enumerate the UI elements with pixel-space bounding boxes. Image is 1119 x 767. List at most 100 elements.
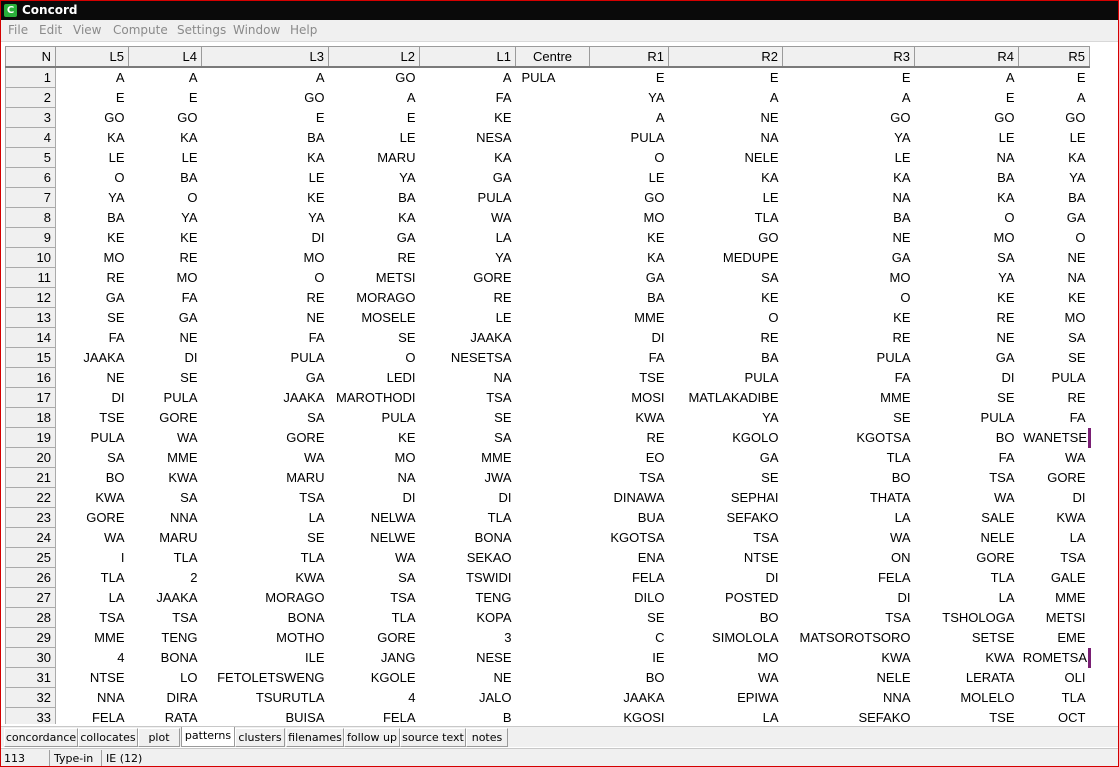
- cell-l5[interactable]: KE: [56, 228, 129, 248]
- cell-r5[interactable]: SE: [1019, 348, 1090, 368]
- cell-l5[interactable]: MME: [56, 628, 129, 648]
- cell-l2[interactable]: MAROTHODI: [329, 388, 420, 408]
- cell-r3[interactable]: KGOTSA: [783, 428, 915, 448]
- cell-r4[interactable]: SE: [915, 388, 1019, 408]
- cell-l1[interactable]: TSA: [420, 388, 516, 408]
- cell-r2[interactable]: MEDUPE: [669, 248, 783, 268]
- cell-l5[interactable]: KWA: [56, 488, 129, 508]
- centre-cell[interactable]: [516, 88, 590, 108]
- cell-r3[interactable]: MME: [783, 388, 915, 408]
- cell-l2[interactable]: RE: [329, 248, 420, 268]
- cell-l4[interactable]: 2: [129, 568, 202, 588]
- cell-r5[interactable]: MME: [1019, 588, 1090, 608]
- cell-r1[interactable]: FELA: [590, 568, 669, 588]
- cell-r3[interactable]: MO: [783, 268, 915, 288]
- cell-l5[interactable]: GO: [56, 108, 129, 128]
- cell-l2[interactable]: MARU: [329, 148, 420, 168]
- cell-l2[interactable]: MO: [329, 448, 420, 468]
- cell-r2[interactable]: SEPHAI: [669, 488, 783, 508]
- column-header-l3[interactable]: L3: [201, 46, 329, 68]
- centre-cell[interactable]: PULA: [516, 67, 590, 88]
- cell-l3[interactable]: SE: [202, 528, 329, 548]
- cell-l4[interactable]: SA: [129, 488, 202, 508]
- table-row[interactable]: 17 DI PULA JAAKA MAROTHODI TSA MOSI MATLAKADIBE…: [5, 387, 1090, 408]
- cell-r3[interactable]: GA: [783, 248, 915, 268]
- cell-l2[interactable]: PULA: [329, 408, 420, 428]
- patterns-grid[interactable]: N L5 L4 L3 L2 L1 Centre R1 R2 R3 R4 R5 1 A A A GO A PULA E…: [5, 46, 1115, 724]
- centre-cell[interactable]: [516, 128, 590, 148]
- menu-help[interactable]: Help: [290, 23, 317, 37]
- cell-r1[interactable]: JAAKA: [590, 688, 669, 708]
- cell-l4[interactable]: GORE: [129, 408, 202, 428]
- cell-r1[interactable]: BO: [590, 668, 669, 688]
- cell-r4[interactable]: NE: [915, 328, 1019, 348]
- table-row[interactable]: 11 RE MO O METSI GORE GA SA MO YA NA: [5, 267, 1090, 288]
- centre-cell[interactable]: [516, 288, 590, 308]
- column-header-l1[interactable]: L1: [419, 46, 516, 68]
- table-row[interactable]: 33 FELA RATA BUISA FELA B KGOSI LA SEFAKO TSE OCT: [5, 707, 1090, 725]
- cell-l3[interactable]: MO: [202, 248, 329, 268]
- cell-r3[interactable]: SEFAKO: [783, 708, 915, 724]
- centre-cell[interactable]: [516, 628, 590, 648]
- cell-l2[interactable]: MOSELE: [329, 308, 420, 328]
- cell-r4[interactable]: BO: [915, 428, 1019, 448]
- cell-l1[interactable]: LE: [420, 308, 516, 328]
- cell-r5[interactable]: GA: [1019, 208, 1090, 228]
- title-bar[interactable]: C Concord: [1, 1, 1118, 20]
- cell-l4[interactable]: TENG: [129, 628, 202, 648]
- centre-cell[interactable]: [516, 608, 590, 628]
- cell-r2[interactable]: NA: [669, 128, 783, 148]
- cell-r5[interactable]: KE: [1019, 288, 1090, 308]
- cell-l5[interactable]: FA: [56, 328, 129, 348]
- cell-r5[interactable]: OCT: [1019, 708, 1090, 724]
- menu-file[interactable]: File: [8, 23, 28, 37]
- cell-l3[interactable]: PULA: [202, 348, 329, 368]
- table-row[interactable]: 13 SE GA NE MOSELE LE MME O KE RE MO: [5, 307, 1090, 328]
- cell-r2[interactable]: LA: [669, 708, 783, 724]
- cell-l3[interactable]: ILE: [202, 648, 329, 668]
- cell-l2[interactable]: MORAGO: [329, 288, 420, 308]
- cell-l3[interactable]: O: [202, 268, 329, 288]
- cell-r5[interactable]: O: [1019, 228, 1090, 248]
- centre-cell[interactable]: [516, 708, 590, 725]
- cell-l4[interactable]: DIRA: [129, 688, 202, 708]
- cell-r2[interactable]: O: [669, 308, 783, 328]
- cell-r1[interactable]: MOSI: [590, 388, 669, 408]
- cell-l5[interactable]: FELA: [56, 708, 129, 724]
- cell-l3[interactable]: WA: [202, 448, 329, 468]
- cell-l1[interactable]: 3: [420, 628, 516, 648]
- cell-r4[interactable]: YA: [915, 268, 1019, 288]
- cell-r5[interactable]: ROMETSA: [1018, 647, 1091, 668]
- cell-l2[interactable]: GO: [329, 67, 420, 88]
- cell-l5[interactable]: TSA: [56, 608, 129, 628]
- cell-r5[interactable]: OLI: [1019, 668, 1090, 688]
- cell-r3[interactable]: TSA: [783, 608, 915, 628]
- cell-l1[interactable]: KOPA: [420, 608, 516, 628]
- menu-view[interactable]: View: [73, 23, 101, 37]
- cell-l3[interactable]: MOTHO: [202, 628, 329, 648]
- centre-cell[interactable]: [516, 248, 590, 268]
- cell-r5[interactable]: RE: [1019, 388, 1090, 408]
- table-row[interactable]: 31 NTSE LO FETOLETSWENG KGOLE NE BO WA NELE LERAT…: [5, 667, 1090, 688]
- cell-l2[interactable]: NELWE: [329, 528, 420, 548]
- table-row[interactable]: 7 YA O KE BA PULA GO LE NA KA BA: [5, 187, 1090, 208]
- cell-r2[interactable]: MATLAKADIBE: [669, 388, 783, 408]
- cell-l3[interactable]: KE: [202, 188, 329, 208]
- centre-cell[interactable]: [516, 208, 590, 228]
- centre-cell[interactable]: [516, 148, 590, 168]
- cell-l5[interactable]: NNA: [56, 688, 129, 708]
- cell-l5[interactable]: LE: [56, 148, 129, 168]
- centre-cell[interactable]: [516, 448, 590, 468]
- cell-r1[interactable]: FA: [590, 348, 669, 368]
- cell-r1[interactable]: RE: [590, 428, 669, 448]
- cell-r1[interactable]: KE: [590, 228, 669, 248]
- cell-r3[interactable]: NE: [783, 228, 915, 248]
- cell-l1[interactable]: YA: [420, 248, 516, 268]
- table-row[interactable]: 26 TLA 2 KWA SA TSWIDI FELA DI FELA TLA GALE: [5, 567, 1090, 588]
- cell-l1[interactable]: TENG: [420, 588, 516, 608]
- cell-l3[interactable]: E: [202, 108, 329, 128]
- cell-l1[interactable]: NESE: [420, 648, 516, 668]
- table-row[interactable]: 4 KA KA BA LE NESA PULA NA YA LE LE: [5, 127, 1090, 148]
- cell-l5[interactable]: E: [56, 88, 129, 108]
- table-row[interactable]: 9 KE KE DI GA LA KE GO NE MO O: [5, 227, 1090, 248]
